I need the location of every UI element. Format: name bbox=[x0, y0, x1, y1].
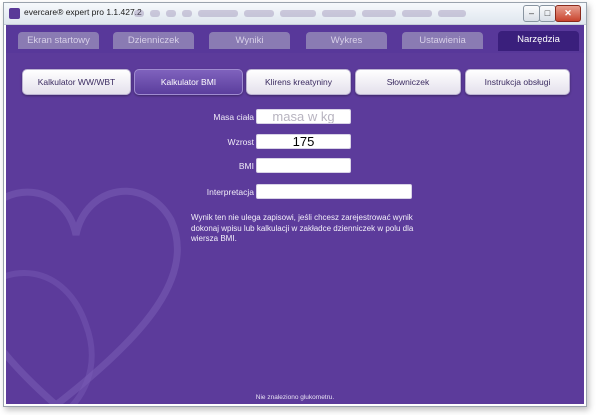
weight-label: Masa ciała bbox=[213, 112, 254, 122]
height-input[interactable] bbox=[256, 134, 351, 149]
subtab-klirens-kreatyniny[interactable]: Klirens kreatyniny bbox=[246, 69, 351, 95]
weight-input[interactable] bbox=[256, 109, 351, 124]
window-title: evercare® expert pro 1.1.427.2 bbox=[24, 7, 142, 17]
tab-narzedzia[interactable]: Narzędzia bbox=[498, 31, 579, 51]
subtab-kalkulator-bmi[interactable]: Kalkulator BMI bbox=[134, 69, 243, 95]
interpretation-output[interactable] bbox=[256, 184, 412, 199]
tab-ekran-startowy[interactable]: Ekran startowy bbox=[18, 32, 99, 49]
height-label: Wzrost bbox=[227, 137, 254, 147]
minimize-button[interactable]: – bbox=[523, 5, 540, 22]
close-button[interactable]: ✕ bbox=[555, 5, 581, 22]
tools-sub-tabs: Kalkulator WW/WBT Kalkulator BMI Klirens… bbox=[6, 69, 584, 99]
bmi-output[interactable] bbox=[256, 158, 351, 173]
subtab-slowniczek[interactable]: Słowniczek bbox=[355, 69, 461, 95]
bmi-label: BMI bbox=[238, 161, 254, 171]
title-bar-toolbar bbox=[134, 7, 514, 20]
subtab-kalkulator-ww-wbt[interactable]: Kalkulator WW/WBT bbox=[22, 69, 131, 95]
app-icon bbox=[9, 8, 20, 19]
maximize-button[interactable]: □ bbox=[539, 5, 556, 22]
app-content: Ekran startowy Dzienniczek Wyniki Wykres… bbox=[6, 25, 584, 404]
tab-dzienniczek[interactable]: Dzienniczek bbox=[113, 32, 194, 49]
title-bar: evercare® expert pro 1.1.427.2 – □ ✕ bbox=[4, 3, 586, 25]
app-window: evercare® expert pro 1.1.427.2 – □ ✕ Ekr… bbox=[3, 2, 587, 407]
tab-ustawienia[interactable]: Ustawienia bbox=[402, 32, 483, 49]
interpretation-label: Interpretacja bbox=[206, 187, 254, 197]
heart-logo-watermark bbox=[6, 187, 181, 404]
status-message: Nie znaleziono glukometru. bbox=[255, 394, 335, 401]
info-note: Wynik ten nie ulega zapisowi, jeśli chce… bbox=[191, 213, 414, 243]
tab-wykres[interactable]: Wykres bbox=[306, 32, 387, 49]
main-tab-bar: Ekran startowy Dzienniczek Wyniki Wykres… bbox=[6, 25, 584, 53]
tab-wyniki[interactable]: Wyniki bbox=[209, 32, 290, 49]
subtab-instrukcja-obslugi[interactable]: Instrukcja obsługi bbox=[465, 69, 570, 95]
